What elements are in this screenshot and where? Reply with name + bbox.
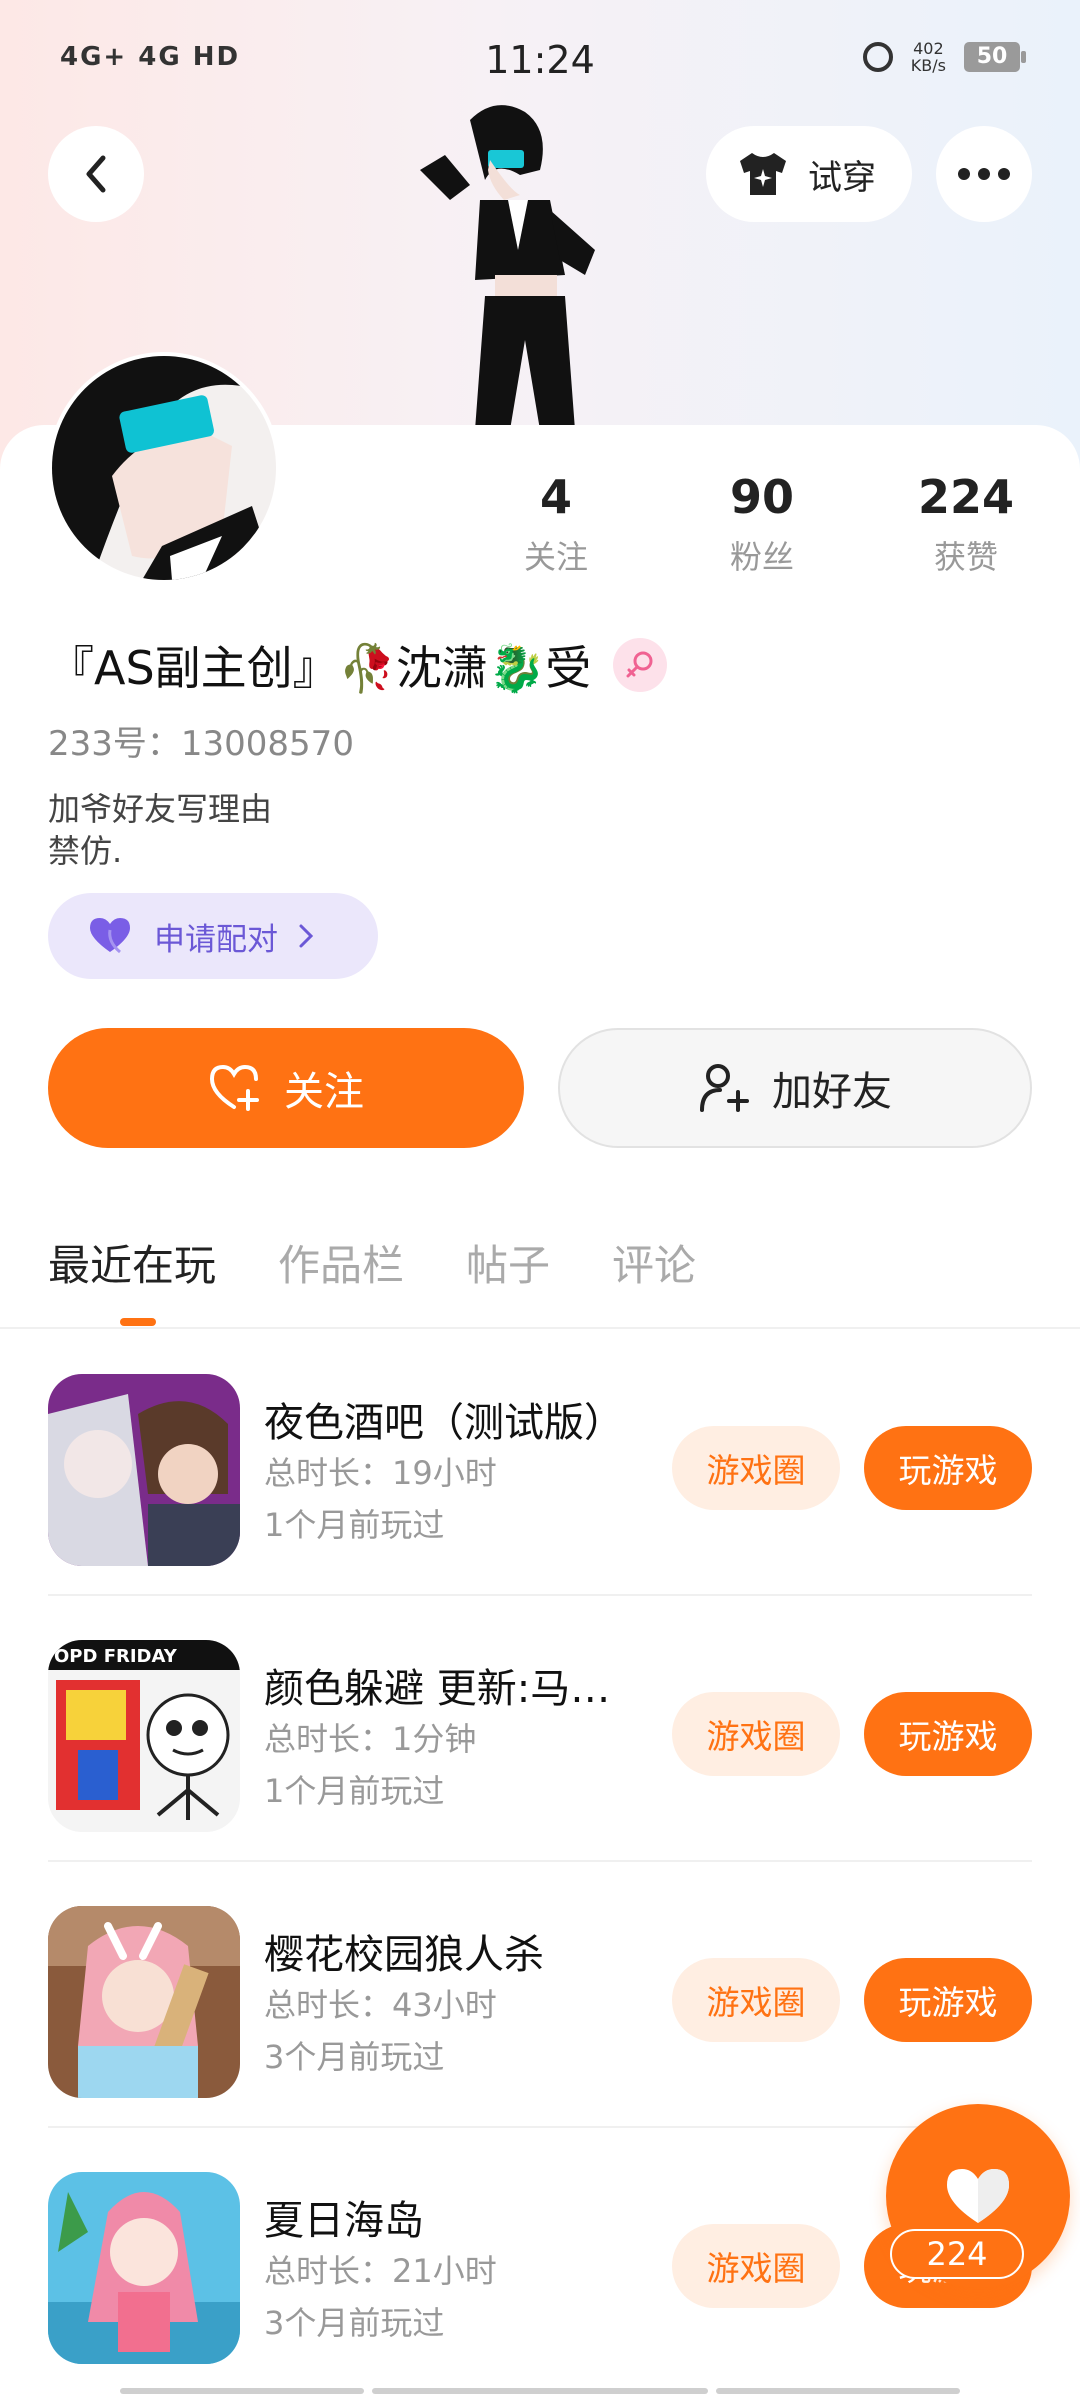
- game-duration: 总时长：21小时: [264, 2252, 497, 2290]
- stat-likes[interactable]: 224 获赞: [876, 470, 1056, 578]
- more-dots-icon: [958, 168, 1010, 180]
- network-speed: 402 KB/s: [910, 39, 946, 75]
- status-right: 402 KB/s 50: [862, 39, 1026, 75]
- alarm-icon: [862, 42, 893, 72]
- tab-posts[interactable]: 帖子: [466, 1232, 550, 1293]
- bottom-indicator: [372, 2388, 708, 2394]
- game-duration: 总时长：19小时: [264, 1454, 497, 1492]
- list-item[interactable]: 夏日海岛 总时长：21小时 3个月前玩过 游戏圈 玩游戏: [48, 2128, 1032, 2394]
- game-duration: 总时长：1分钟: [264, 1720, 477, 1758]
- game-title: 夏日海岛: [264, 2198, 424, 2244]
- play-game-button[interactable]: 玩游戏: [864, 1692, 1032, 1776]
- like-count-badge: 224: [890, 2229, 1024, 2279]
- tab-divider: [0, 1327, 1080, 1329]
- game-icon: [48, 1374, 240, 1566]
- active-tab-indicator: [120, 1318, 156, 1326]
- game-icon: [48, 2172, 240, 2364]
- bottom-indicator: [120, 2388, 364, 2394]
- game-circle-button[interactable]: 游戏圈: [672, 1958, 840, 2042]
- game-title: 夜色酒吧（测试版）: [264, 1400, 624, 1446]
- list-item[interactable]: OPD FRIDAY 颜色躲避 更新:马… 总时长：1分钟 1个月前玩过 游戏圈…: [48, 1596, 1032, 1862]
- game-icon-text: OPD FRIDAY: [54, 1646, 178, 1667]
- add-friend-label: 加好友: [772, 1069, 892, 1115]
- request-pair-button[interactable]: 申请配对: [48, 893, 378, 979]
- tab-recently-played[interactable]: 最近在玩: [48, 1232, 216, 1293]
- character-figure-illustration: [420, 105, 595, 430]
- profile-name-row: 『AS副主创』🥀沈潇🐉受: [48, 632, 668, 698]
- battery-indicator: 50: [964, 42, 1026, 72]
- game-title: 颜色躲避 更新:马…: [264, 1666, 611, 1712]
- double-heart-icon: [90, 918, 130, 954]
- profile-tabs: 最近在玩 作品栏 帖子 评论: [48, 1232, 696, 1293]
- game-title: 樱花校园狼人杀: [264, 1932, 544, 1978]
- tab-comments[interactable]: 评论: [612, 1232, 696, 1293]
- chevron-left-icon: [86, 155, 106, 193]
- user-id: 233号：13008570: [48, 724, 354, 764]
- game-circle-button[interactable]: 游戏圈: [672, 2224, 840, 2308]
- try-on-button[interactable]: 试穿: [706, 126, 912, 222]
- game-last-played: 3个月前玩过: [264, 2304, 445, 2342]
- tab-works[interactable]: 作品栏: [278, 1232, 404, 1293]
- game-last-played: 1个月前玩过: [264, 1772, 445, 1810]
- tshirt-icon: [740, 153, 786, 195]
- avatar[interactable]: [48, 352, 280, 584]
- game-icon: OPD FRIDAY: [48, 1640, 240, 1832]
- add-user-icon: [700, 1064, 749, 1112]
- add-friend-button[interactable]: 加好友: [558, 1028, 1032, 1148]
- game-last-played: 1个月前玩过: [264, 1506, 445, 1544]
- list-item[interactable]: 樱花校园狼人杀 总时长：43小时 3个月前玩过 游戏圈 玩游戏: [48, 1862, 1032, 2128]
- chevron-right-icon: [299, 924, 314, 948]
- play-game-button[interactable]: 玩游戏: [864, 1958, 1032, 2042]
- play-game-button[interactable]: 玩游戏: [864, 1426, 1032, 1510]
- stat-following[interactable]: 4 关注: [466, 470, 646, 578]
- game-icon: [48, 1906, 240, 2098]
- stat-followers[interactable]: 90 粉丝: [672, 470, 852, 578]
- female-gender-icon: [613, 638, 668, 692]
- more-options-button[interactable]: [936, 126, 1032, 222]
- game-circle-button[interactable]: 游戏圈: [672, 1426, 840, 1510]
- try-on-label: 试穿: [808, 157, 876, 198]
- list-item[interactable]: 夜色酒吧（测试版） 总时长：19小时 1个月前玩过 游戏圈 玩游戏: [48, 1330, 1032, 1596]
- follow-label: 关注: [284, 1069, 364, 1115]
- bottom-indicator: [716, 2388, 960, 2394]
- bio-line-1: 加爷好友写理由: [48, 790, 273, 828]
- pair-label: 申请配对: [154, 921, 278, 958]
- back-button[interactable]: [48, 126, 144, 222]
- profile-name: 『AS副主创』🥀沈潇🐉受: [48, 641, 592, 695]
- heart-icon: [947, 2169, 1009, 2223]
- bio-line-2: 禁仿.: [48, 832, 123, 870]
- follow-button[interactable]: 关注: [48, 1028, 524, 1148]
- game-last-played: 3个月前玩过: [264, 2038, 445, 2076]
- avatar-image: [52, 356, 276, 580]
- heart-plus-icon: [209, 1064, 259, 1111]
- game-duration: 总时长：43小时: [264, 1986, 497, 2024]
- game-circle-button[interactable]: 游戏圈: [672, 1692, 840, 1776]
